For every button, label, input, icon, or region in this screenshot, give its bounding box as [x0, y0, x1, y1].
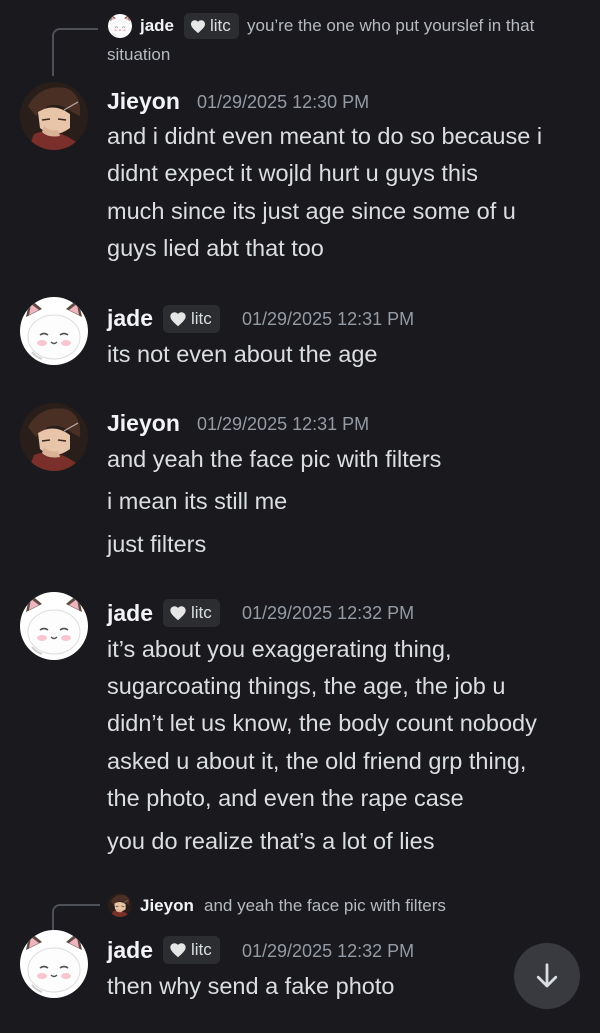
heart-icon: [170, 312, 186, 327]
role-badge[interactable]: litc: [163, 936, 220, 964]
reply-text[interactable]: and yeah the face pic with filters: [204, 896, 446, 916]
chat-area: jade litc you’re the one who put yoursle…: [0, 0, 600, 1033]
user-avatar[interactable]: [20, 297, 88, 365]
jieyon-avatar-icon: [108, 893, 132, 917]
user-avatar[interactable]: [20, 930, 88, 998]
cat-avatar-icon: [20, 297, 88, 365]
jieyon-avatar-icon: [20, 82, 88, 150]
heart-icon: [170, 606, 186, 621]
message-line: sugarcoating things, the age, the job u: [107, 673, 506, 699]
message-line: it’s about you exaggerating thing,: [107, 636, 452, 662]
message-timestamp: 01/29/2025 12:31 PM: [242, 309, 415, 329]
message-timestamp: 01/29/2025 12:32 PM: [242, 603, 415, 623]
jieyon-avatar-icon: [20, 403, 88, 471]
badge-label: litc: [191, 309, 212, 328]
badge-label: litc: [191, 603, 212, 622]
message-line: guys lied abt that too: [107, 235, 324, 261]
user-avatar[interactable]: [20, 403, 88, 471]
message-line: its not even about the age: [107, 341, 378, 367]
message-line: you do realize that’s a lot of lies: [107, 828, 435, 854]
reply-badge[interactable]: litc: [184, 13, 239, 39]
message-author[interactable]: Jieyon: [107, 88, 180, 115]
message-line: and i didnt even meant to do so because …: [107, 123, 543, 149]
message-line: the photo, and even the rape case: [107, 785, 464, 811]
role-badge[interactable]: litc: [163, 599, 220, 627]
heart-icon: [191, 19, 205, 33]
user-avatar[interactable]: [20, 592, 88, 660]
reply-author[interactable]: Jieyon: [140, 896, 194, 916]
reply-author[interactable]: jade: [140, 16, 174, 36]
reply-text[interactable]: you’re the one who put yourslef in that: [247, 16, 534, 36]
message-line: didnt expect it wojld hurt u guys this: [107, 160, 478, 186]
reply-avatar[interactable]: [108, 893, 132, 917]
message-line: and yeah the face pic with filters: [107, 446, 442, 472]
cat-avatar-icon: [108, 14, 132, 38]
message-author[interactable]: Jieyon: [107, 410, 180, 437]
message-timestamp: 01/29/2025 12:30 PM: [197, 92, 370, 112]
message-line: much since its just age since some of u: [107, 198, 516, 224]
heart-icon: [170, 943, 186, 958]
cat-avatar-icon: [20, 592, 88, 660]
reply-connector: [52, 28, 98, 76]
message-line: then why send a fake photo: [107, 973, 395, 999]
role-badge[interactable]: litc: [163, 305, 220, 333]
message-author[interactable]: jade: [107, 305, 153, 332]
message-line: didn’t let us know, the body count nobod…: [107, 710, 537, 736]
message-timestamp: 01/29/2025 12:32 PM: [242, 941, 415, 961]
badge-label: litc: [210, 16, 231, 35]
arrow-down-icon: [536, 963, 558, 988]
jump-to-bottom-button[interactable]: [514, 943, 580, 1009]
user-avatar[interactable]: [20, 82, 88, 150]
cat-avatar-icon: [20, 930, 88, 998]
message-timestamp: 01/29/2025 12:31 PM: [197, 414, 370, 434]
message-line: just filters: [107, 531, 207, 557]
message-line: asked u about it, the old friend grp thi…: [107, 748, 527, 774]
message-author[interactable]: jade: [107, 600, 153, 627]
message-line: i mean its still me: [107, 488, 288, 514]
reply-text-continued[interactable]: situation: [107, 45, 170, 65]
message-author[interactable]: jade: [107, 937, 153, 964]
badge-label: litc: [191, 940, 212, 959]
reply-avatar[interactable]: [108, 14, 132, 38]
